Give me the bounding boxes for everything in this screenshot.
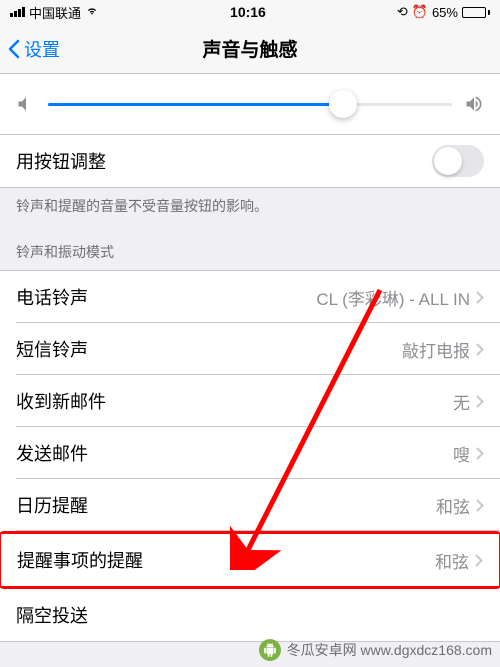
- alarm-icon: ⏰: [412, 4, 428, 20]
- toggle-row-volume-buttons[interactable]: 用按钮调整: [0, 135, 500, 187]
- status-right: ⟲ ⏰ 65%: [397, 4, 490, 20]
- row-text-tone[interactable]: 短信铃声 敲打电报: [0, 323, 500, 375]
- chevron-back-icon: [8, 39, 20, 59]
- carrier-label: 中国联通: [29, 3, 81, 22]
- row-label: 电话铃声: [16, 284, 88, 310]
- row-airdrop[interactable]: 隔空投送: [0, 589, 500, 641]
- signal-icon: [10, 7, 25, 17]
- chevron-right-icon: [475, 554, 483, 567]
- row-label: 短信铃声: [16, 336, 88, 362]
- page-title: 声音与触感: [202, 35, 297, 62]
- toggle-knob: [434, 147, 462, 175]
- row-value: 嗖: [453, 441, 484, 466]
- row-label: 提醒事项的提醒: [17, 547, 143, 573]
- content: 用按钮调整 铃声和提醒的音量不受音量按钮的影响。 铃声和振动模式 电话铃声 CL…: [0, 74, 500, 667]
- orientation-lock-icon: ⟲: [397, 4, 408, 20]
- battery-percent: 65%: [432, 5, 458, 20]
- status-left: 中国联通: [10, 3, 99, 22]
- toggle-group: 用按钮调整: [0, 134, 500, 188]
- row-ringtone[interactable]: 电话铃声 CL (李彩琳) - ALL IN: [0, 271, 500, 323]
- toggle-switch[interactable]: [432, 145, 484, 177]
- wifi-icon: [85, 4, 99, 21]
- row-calendar-alert[interactable]: 日历提醒 和弦: [0, 479, 500, 531]
- chevron-right-icon: [476, 499, 484, 512]
- chevron-right-icon: [476, 447, 484, 460]
- row-label: 隔空投送: [16, 602, 88, 628]
- row-new-mail[interactable]: 收到新邮件 无: [0, 375, 500, 427]
- row-label: 收到新邮件: [16, 388, 106, 414]
- slider-thumb[interactable]: [329, 90, 357, 118]
- row-value: 和弦: [436, 493, 484, 518]
- back-label: 设置: [24, 36, 60, 62]
- speaker-low-icon: [16, 94, 36, 114]
- row-sent-mail[interactable]: 发送邮件 嗖: [0, 427, 500, 479]
- row-value: CL (李彩琳) - ALL IN: [316, 285, 484, 310]
- highlight-box: 提醒事项的提醒 和弦: [0, 531, 500, 589]
- slider-fill: [48, 103, 343, 106]
- volume-slider-row: [0, 74, 500, 134]
- watermark: 冬瓜安卓网 www.dgxdcz168.com: [259, 639, 492, 661]
- chevron-right-icon: [476, 395, 484, 408]
- status-bar: 中国联通 10:16 ⟲ ⏰ 65%: [0, 0, 500, 24]
- ringtone-group: 电话铃声 CL (李彩琳) - ALL IN 短信铃声 敲打电报 收到新邮件 无…: [0, 270, 500, 642]
- row-value: 无: [453, 389, 484, 414]
- watermark-text: 冬瓜安卓网 www.dgxdcz168.com: [287, 640, 492, 660]
- chevron-right-icon: [476, 343, 484, 356]
- row-label: 发送邮件: [16, 440, 88, 466]
- volume-slider[interactable]: [48, 103, 452, 106]
- toggle-label: 用按钮调整: [16, 148, 106, 174]
- row-label: 日历提醒: [16, 492, 88, 518]
- nav-bar: 设置 声音与触感: [0, 24, 500, 74]
- status-time: 10:16: [230, 4, 266, 20]
- battery-icon: [462, 7, 490, 18]
- row-value: 和弦: [435, 548, 483, 573]
- back-button[interactable]: 设置: [8, 36, 60, 62]
- speaker-high-icon: [464, 94, 484, 114]
- section-header: 铃声和振动模式: [0, 224, 500, 270]
- footer-note: 铃声和提醒的音量不受音量按钮的影响。: [0, 188, 500, 224]
- android-icon: [259, 639, 281, 661]
- row-reminder-alert[interactable]: 提醒事项的提醒 和弦: [1, 534, 499, 586]
- chevron-right-icon: [476, 291, 484, 304]
- row-value: 敲打电报: [402, 337, 484, 362]
